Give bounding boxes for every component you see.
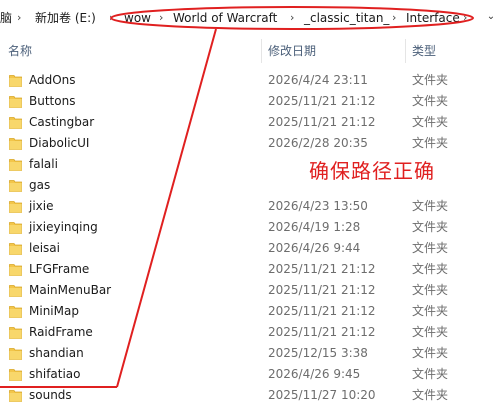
file-type: 文件夹 bbox=[412, 262, 449, 276]
file-name: MainMenuBar bbox=[29, 283, 112, 297]
list-item[interactable]: Buttons 2025/11/21 21:12 文件夹 bbox=[0, 91, 503, 112]
folder-icon bbox=[9, 346, 22, 360]
file-modified-date: 2026/2/28 20:35 bbox=[268, 136, 368, 150]
list-item[interactable]: shifatiao 2026/4/26 9:45 文件夹 bbox=[0, 364, 503, 385]
folder-icon bbox=[9, 304, 22, 318]
file-name: MiniMap bbox=[29, 304, 79, 318]
annotation-text: 确保路径正确 bbox=[309, 159, 435, 183]
breadcrumb[interactable]: 脑 › 新加卷 (E:) › wow › World of Warcraft ›… bbox=[0, 0, 503, 36]
column-header-date[interactable]: 修改日期 bbox=[268, 43, 316, 59]
folder-icon bbox=[9, 136, 22, 150]
list-item[interactable]: shandian 2025/12/15 3:38 文件夹 bbox=[0, 343, 503, 364]
file-type: 文件夹 bbox=[412, 388, 449, 402]
list-item[interactable]: AddOns 2026/4/24 23:11 文件夹 bbox=[0, 70, 503, 91]
file-name: leisai bbox=[29, 241, 60, 255]
column-header-row: 名称 修改日期 类型 bbox=[0, 36, 503, 66]
column-divider[interactable] bbox=[261, 39, 262, 63]
file-type: 文件夹 bbox=[412, 304, 449, 318]
file-type: 文件夹 bbox=[412, 346, 449, 360]
column-header-name[interactable]: 名称 bbox=[8, 43, 32, 59]
list-item[interactable]: DiabolicUI 2026/2/28 20:35 文件夹 bbox=[0, 133, 503, 154]
folder-icon bbox=[9, 178, 22, 192]
list-item[interactable]: LFGFrame 2025/11/21 21:12 文件夹 bbox=[0, 259, 503, 280]
column-header-type[interactable]: 类型 bbox=[412, 43, 436, 59]
list-item[interactable]: MiniMap 2025/11/21 21:12 文件夹 bbox=[0, 301, 503, 322]
file-type: 文件夹 bbox=[412, 73, 449, 87]
folder-icon bbox=[9, 367, 22, 381]
breadcrumb-item-classic-titan[interactable]: _classic_titan_ bbox=[304, 10, 389, 26]
file-name: shifatiao bbox=[29, 367, 81, 381]
file-type: 文件夹 bbox=[412, 367, 449, 381]
file-modified-date: 2025/11/21 21:12 bbox=[268, 325, 376, 339]
file-name: falali bbox=[29, 157, 58, 171]
list-item[interactable]: Castingbar 2025/11/21 21:12 文件夹 bbox=[0, 112, 503, 133]
folder-icon bbox=[9, 283, 22, 297]
file-type: 文件夹 bbox=[412, 136, 449, 150]
breadcrumb-item-computer[interactable]: 脑 bbox=[0, 10, 12, 26]
breadcrumb-item-world-of-warcraft[interactable]: World of Warcraft bbox=[173, 10, 277, 26]
file-modified-date: 2025/11/21 21:12 bbox=[268, 115, 376, 129]
list-item[interactable]: jixieyinqing 2026/4/19 1:28 文件夹 bbox=[0, 217, 503, 238]
folder-icon bbox=[9, 262, 22, 276]
file-modified-date: 2026/4/26 9:45 bbox=[268, 367, 361, 381]
chevron-down-icon[interactable]: ⌄ bbox=[484, 9, 498, 25]
file-type: 文件夹 bbox=[412, 325, 449, 339]
file-modified-date: 2025/11/21 21:12 bbox=[268, 304, 376, 318]
file-type: 文件夹 bbox=[412, 283, 449, 297]
file-modified-date: 2025/11/21 21:12 bbox=[268, 262, 376, 276]
breadcrumb-item-wow[interactable]: wow bbox=[124, 10, 151, 26]
file-type: 文件夹 bbox=[412, 241, 449, 255]
list-item[interactable]: leisai 2026/4/26 9:44 文件夹 bbox=[0, 238, 503, 259]
folder-icon bbox=[9, 325, 22, 339]
file-name: sounds bbox=[29, 388, 72, 402]
file-modified-date: 2025/11/21 21:12 bbox=[268, 283, 376, 297]
file-explorer: 脑 › 新加卷 (E:) › wow › World of Warcraft ›… bbox=[0, 0, 503, 410]
file-name: Castingbar bbox=[29, 115, 95, 129]
file-name: jixieyinqing bbox=[29, 220, 98, 234]
breadcrumb-separator-icon: › bbox=[109, 11, 114, 24]
file-modified-date: 2026/4/24 23:11 bbox=[268, 73, 368, 87]
file-name: jixie bbox=[29, 199, 54, 213]
breadcrumb-separator-icon: › bbox=[392, 11, 397, 24]
breadcrumb-separator-icon: › bbox=[17, 11, 22, 24]
file-name: RaidFrame bbox=[29, 325, 93, 339]
column-divider[interactable] bbox=[405, 39, 406, 63]
folder-icon bbox=[9, 241, 22, 255]
list-item[interactable]: sounds 2025/11/27 10:20 文件夹 bbox=[0, 385, 503, 406]
file-name: LFGFrame bbox=[29, 262, 90, 276]
file-name: AddOns bbox=[29, 73, 76, 87]
folder-icon bbox=[9, 94, 22, 108]
file-modified-date: 2025/11/21 21:12 bbox=[268, 94, 376, 108]
file-modified-date: 2026/4/19 1:28 bbox=[268, 220, 361, 234]
breadcrumb-separator-icon: › bbox=[159, 11, 164, 24]
file-type: 文件夹 bbox=[412, 199, 449, 213]
file-type: 文件夹 bbox=[412, 115, 449, 129]
folder-icon bbox=[9, 388, 22, 402]
folder-icon bbox=[9, 73, 22, 87]
breadcrumb-item-drive[interactable]: 新加卷 (E:) bbox=[35, 10, 96, 26]
list-item[interactable]: jixie 2026/4/23 13:50 文件夹 bbox=[0, 196, 503, 217]
list-item[interactable]: RaidFrame 2025/11/21 21:12 文件夹 bbox=[0, 322, 503, 343]
file-modified-date: 2025/12/15 3:38 bbox=[268, 346, 368, 360]
file-modified-date: 2025/11/27 10:20 bbox=[268, 388, 376, 402]
breadcrumb-separator-icon: › bbox=[463, 11, 468, 24]
breadcrumb-separator-icon: › bbox=[290, 11, 295, 24]
file-name: gas bbox=[29, 178, 51, 192]
list-item[interactable]: MainMenuBar 2025/11/21 21:12 文件夹 bbox=[0, 280, 503, 301]
file-modified-date: 2026/4/23 13:50 bbox=[268, 199, 368, 213]
folder-icon bbox=[9, 199, 22, 213]
breadcrumb-item-interface[interactable]: Interface bbox=[406, 10, 460, 26]
file-type: 文件夹 bbox=[412, 94, 449, 108]
folder-icon bbox=[9, 115, 22, 129]
folder-icon bbox=[9, 157, 22, 171]
file-name: DiabolicUI bbox=[29, 136, 90, 150]
file-name: shandian bbox=[29, 346, 84, 360]
file-modified-date: 2026/4/26 9:44 bbox=[268, 241, 361, 255]
file-name: Buttons bbox=[29, 94, 76, 108]
folder-icon bbox=[9, 220, 22, 234]
file-list: AddOns 2026/4/24 23:11 文件夹 Buttons 2025/11/2… bbox=[0, 70, 503, 410]
file-type: 文件夹 bbox=[412, 220, 449, 234]
